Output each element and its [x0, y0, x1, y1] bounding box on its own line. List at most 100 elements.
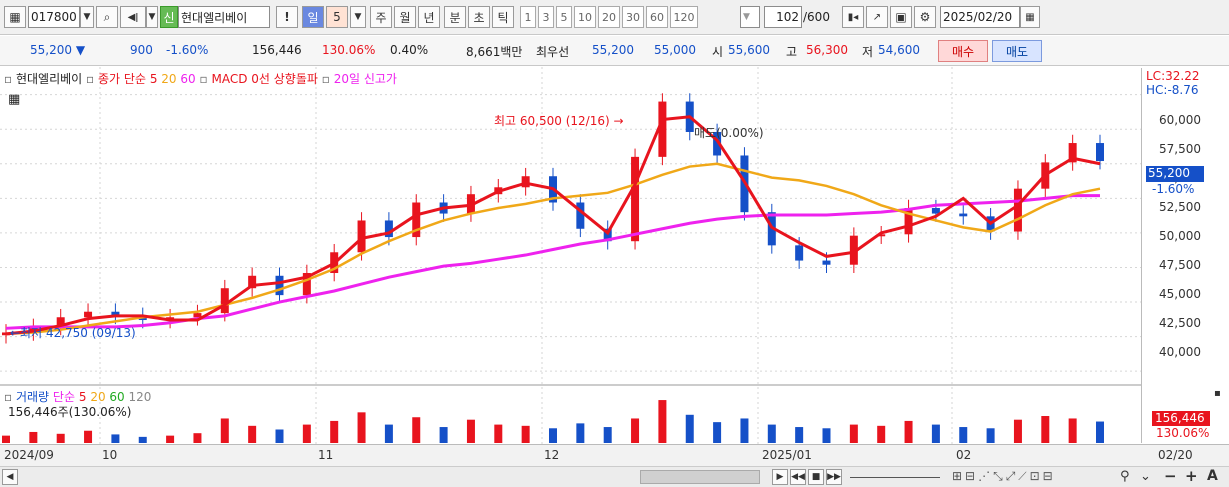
volume-bar [1013, 419, 1022, 443]
buy-button[interactable]: 매수 [938, 40, 988, 62]
pin-icon[interactable]: ▮◂ [842, 6, 864, 28]
candle-body [193, 313, 202, 318]
save-icon[interactable]: ▣ [890, 6, 912, 28]
volume-bar [603, 427, 612, 443]
chart-scrollbar[interactable]: ◀ ▶ ◀◀ ■ ▶▶ ⊞⊟⋰⤡⤢⟋⊡⊟ ⚲ ⌄ − + A [0, 466, 1229, 487]
x-tick-label: 2024/09 [4, 448, 54, 462]
tab-tick[interactable]: 틱 [492, 6, 514, 28]
legend-macd: MACD 0선 상향돌파 [211, 72, 318, 86]
new-listing-badge: 신 [160, 6, 178, 28]
volume-bar [357, 412, 366, 443]
calendar-icon[interactable]: ▦ [1020, 6, 1040, 28]
volume-bar [685, 414, 694, 443]
chart-legend: ▫ 현대엘리베이 ▫ 종가 단순 5 20 60 ▫ MACD 0선 상향돌파 … [4, 72, 397, 86]
tab-month[interactable]: 월 [394, 6, 416, 28]
volume-bar [849, 424, 858, 443]
lc-label: LC:32.22 [1146, 69, 1200, 83]
volume-bar [931, 424, 940, 443]
tab-week[interactable]: 주 [370, 6, 392, 28]
price-tick-label: 45,000 [1159, 287, 1201, 301]
period-button[interactable]: 10 [574, 6, 596, 28]
open-value: 55,600 [728, 43, 770, 57]
scroll-thumb[interactable] [640, 470, 760, 484]
volume-bar [767, 424, 776, 443]
code-dropdown-icon[interactable]: ▼ [80, 6, 94, 28]
prev-icon[interactable]: ◀◀ [790, 469, 806, 485]
tab-minute[interactable]: 분 [444, 6, 466, 28]
tab-second[interactable]: 초 [468, 6, 490, 28]
volume-bar [740, 418, 749, 443]
period-dropdown-icon[interactable]: ▼ [740, 6, 760, 28]
search-icon[interactable]: ⚲ [1120, 469, 1130, 484]
stock-name-field[interactable]: 현대엘리베이 [178, 6, 270, 28]
count-total: /600 [803, 10, 830, 24]
legend-ma5: 5 [149, 72, 158, 86]
tab-day[interactable]: 일 [302, 6, 324, 28]
gear-icon[interactable]: ⚙ [914, 6, 936, 28]
candle-body [84, 311, 93, 318]
period-button[interactable]: 60 [646, 6, 668, 28]
stop-icon[interactable]: ■ [808, 469, 824, 485]
volume-bar [193, 433, 202, 443]
best-bid: 55,000 [654, 43, 696, 57]
zoom-in-button[interactable]: + [1185, 467, 1198, 485]
volume-bar [111, 434, 120, 443]
next-icon[interactable]: ▶▶ [826, 469, 842, 485]
period-button[interactable]: 120 [670, 6, 698, 28]
volume-ma-label: 단순 [52, 390, 76, 404]
volume-bar [658, 400, 667, 443]
candle-body [1096, 143, 1104, 162]
sound-icon[interactable]: ◀ǀ [120, 6, 146, 28]
volume-bar [466, 419, 475, 443]
volume-value: 156,446 [252, 43, 302, 57]
legend-newhigh: 20일 신고가 [333, 72, 397, 86]
low-label: 저 [862, 45, 874, 59]
low-value: 54,600 [878, 43, 920, 57]
best-ask: 55,200 [592, 43, 634, 57]
volume-value-label: 156,446주(130.06%) [8, 405, 132, 419]
price-axis: LC:32.22 HC:-8.76 60,00057,50055,00052,5… [1141, 68, 1229, 443]
volume-bar [959, 427, 968, 443]
price-tick-label: 50,000 [1159, 229, 1201, 243]
volume-bar [412, 417, 421, 443]
scroll-left-icon[interactable]: ◀ [2, 469, 18, 485]
high-value: 56,300 [806, 43, 848, 57]
volume-bar [521, 425, 530, 443]
panel-close-icon[interactable]: ▪ [1214, 388, 1221, 399]
candle-body [275, 275, 284, 296]
trade-amount: 8,661백만 [466, 45, 523, 59]
history-dropdown-icon[interactable]: ▼ [146, 6, 158, 28]
volume-bar [1096, 421, 1104, 443]
draw-icon[interactable]: ↗ [866, 6, 888, 28]
stock-code-input[interactable]: 017800 [28, 6, 80, 28]
date-input[interactable]: 2025/02/20 [940, 6, 1020, 28]
zoom-slider[interactable] [850, 477, 940, 478]
search-icon[interactable]: ⌕ [96, 6, 118, 28]
menu-icon[interactable]: ▦ [4, 6, 26, 28]
font-size-icon[interactable]: A [1207, 468, 1218, 484]
zoom-dropdown-icon[interactable]: ⌄ [1140, 469, 1151, 484]
grid-icon[interactable]: ▦ [8, 92, 20, 107]
period-button[interactable]: 3 [538, 6, 554, 28]
tool-icons[interactable]: ⊞⊟⋰⤡⤢⟋⊡⊟ [952, 469, 1056, 484]
tab-year[interactable]: 년 [418, 6, 440, 28]
price-tick-label: 60,000 [1159, 113, 1201, 127]
candle-body [959, 213, 968, 217]
warning-button[interactable]: ! [276, 6, 298, 28]
period-button[interactable]: 1 [520, 6, 536, 28]
current-pct-tag: -1.60% [1152, 182, 1195, 196]
zoom-out-button[interactable]: − [1164, 467, 1177, 485]
sell-button[interactable]: 매도 [992, 40, 1042, 62]
volume-ma5: 5 [78, 390, 87, 404]
period-button[interactable]: 30 [622, 6, 644, 28]
period-button[interactable]: 5 [556, 6, 572, 28]
current-price-tag: 55,200 [1146, 166, 1204, 182]
unit-dropdown-icon[interactable]: ▼ [350, 6, 366, 28]
unit-field[interactable]: 5 [326, 6, 348, 28]
period-button[interactable]: 20 [598, 6, 620, 28]
count-input[interactable]: 102 [764, 6, 802, 28]
volume-bar [166, 435, 175, 443]
legend-ma20: 20 [161, 72, 177, 86]
scroll-right-icon[interactable]: ▶ [772, 469, 788, 485]
volume-title: 거래량 [15, 390, 50, 404]
